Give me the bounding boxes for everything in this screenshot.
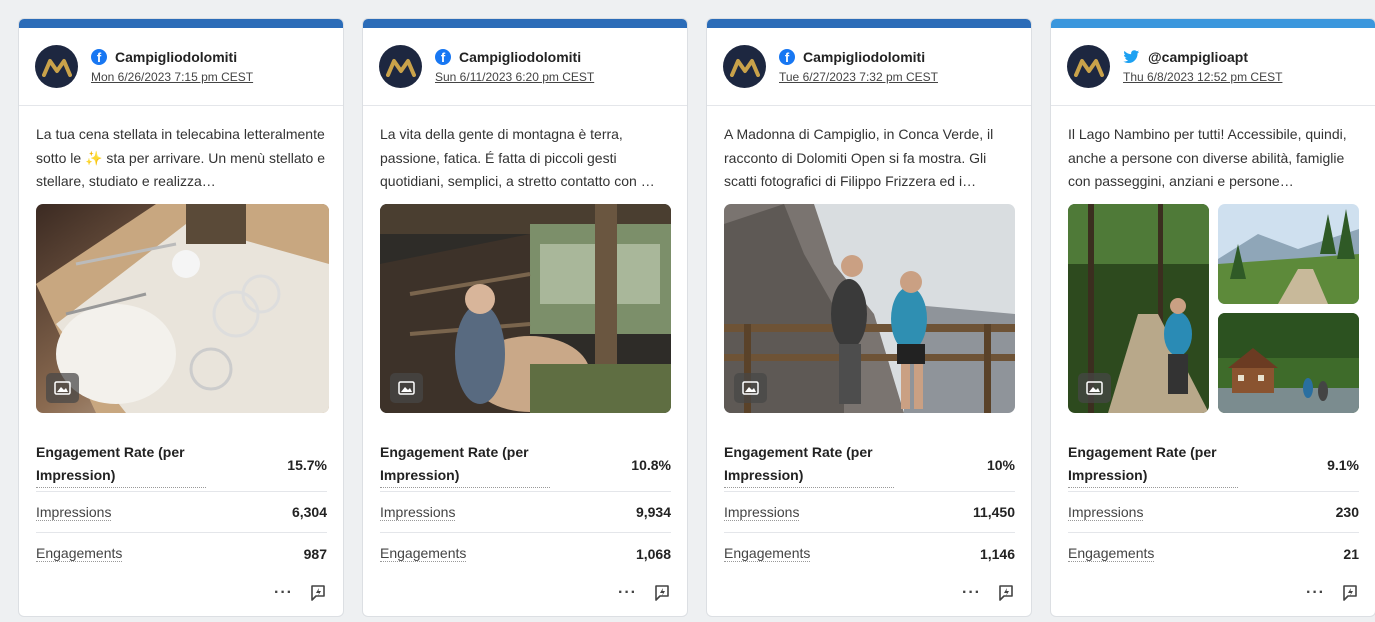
engagements-label[interactable]: Engagements [724, 545, 811, 562]
post-image[interactable] [1218, 313, 1359, 413]
post-card: f Campigliodolomiti Sun 6/11/2023 6:20 p… [362, 18, 688, 617]
card-footer: ··· [274, 584, 327, 602]
post-cards: f Campigliodolomiti Mon 6/26/2023 7:15 p… [18, 18, 1375, 617]
impressions-label[interactable]: Impressions [380, 504, 456, 521]
post-metrics: Engagement Rate (per Impression) 9.1% Im… [1051, 438, 1375, 574]
post-text: A Madonna di Campiglio, in Conca Verde, … [724, 126, 994, 189]
post-metrics: Engagement Rate (per Impression) 15.7% I… [19, 438, 343, 574]
impressions-value: 6,304 [291, 504, 327, 520]
post-card: f Campigliodolomiti Tue 6/27/2023 7:32 p… [706, 18, 1032, 617]
post-date-link[interactable]: Tue 6/27/2023 7:32 pm CEST [779, 70, 938, 84]
engagement-rate-label[interactable]: Engagement Rate (per Impression) [724, 441, 894, 488]
impressions-value: 11,450 [972, 504, 1015, 520]
post-media[interactable] [724, 204, 1015, 413]
engagement-rate-value: 10% [986, 456, 1015, 473]
post-text: La tua cena stellata in telecabina lette… [19, 106, 343, 204]
card-footer: ··· [1306, 584, 1359, 602]
post-metrics: Engagement Rate (per Impression) 10% Imp… [707, 438, 1031, 574]
twitter-bird-icon [1123, 50, 1140, 64]
post-date-link[interactable]: Thu 6/8/2023 12:52 pm CEST [1123, 70, 1282, 84]
post-header: @campiglioapt Thu 6/8/2023 12:52 pm CEST [1051, 28, 1375, 106]
boost-post-icon[interactable] [653, 584, 671, 602]
boost-post-icon[interactable] [997, 584, 1015, 602]
facebook-icon: f [435, 49, 451, 65]
facebook-icon: f [779, 49, 795, 65]
post-media[interactable] [36, 204, 329, 413]
network-color-bar [363, 19, 687, 28]
card-footer: ··· [962, 584, 1015, 602]
post-text: La vita della gente di montagna è terra,… [380, 126, 655, 189]
more-options-icon[interactable]: ··· [1306, 584, 1325, 602]
engagements-value: 21 [1343, 545, 1359, 562]
image-icon [46, 373, 79, 403]
account-name[interactable]: Campigliodolomiti [115, 49, 237, 65]
post-image[interactable] [36, 204, 329, 413]
engagements-label[interactable]: Engagements [1068, 545, 1155, 562]
post-metrics: Engagement Rate (per Impression) 10.8% I… [363, 438, 687, 574]
post-date-link[interactable]: Sun 6/11/2023 6:20 pm CEST [435, 70, 594, 84]
boost-post-icon[interactable] [309, 584, 327, 602]
avatar[interactable] [379, 45, 422, 88]
engagements-value: 1,068 [635, 545, 671, 562]
image-icon [390, 373, 423, 403]
engagements-label[interactable]: Engagements [380, 545, 467, 562]
sparkles-emoji: ✨ [85, 149, 103, 166]
post-header: f Campigliodolomiti Mon 6/26/2023 7:15 p… [19, 28, 343, 106]
engagement-rate-label[interactable]: Engagement Rate (per Impression) [380, 441, 550, 488]
engagements-label[interactable]: Engagements [36, 545, 123, 562]
account-name[interactable]: Campigliodolomiti [803, 49, 925, 65]
post-image[interactable] [1068, 204, 1209, 413]
image-icon [1078, 373, 1111, 403]
account-row: @campiglioapt [1123, 49, 1282, 65]
more-options-icon[interactable]: ··· [962, 584, 981, 602]
account-name[interactable]: @campiglioapt [1148, 49, 1248, 65]
avatar[interactable] [723, 45, 766, 88]
post-card: @campiglioapt Thu 6/8/2023 12:52 pm CEST… [1050, 18, 1375, 617]
avatar[interactable] [35, 45, 78, 88]
post-header: f Campigliodolomiti Sun 6/11/2023 6:20 p… [363, 28, 687, 106]
post-image[interactable] [1218, 204, 1359, 304]
more-options-icon[interactable]: ··· [618, 584, 637, 602]
network-color-bar [1051, 19, 1375, 28]
account-row: f Campigliodolomiti [435, 49, 594, 65]
post-image[interactable] [724, 204, 1015, 413]
impressions-label[interactable]: Impressions [1068, 504, 1144, 521]
account-name[interactable]: Campigliodolomiti [459, 49, 581, 65]
image-icon [734, 373, 767, 403]
engagement-rate-value: 10.8% [631, 456, 671, 473]
post-image[interactable] [380, 204, 671, 413]
network-color-bar [707, 19, 1031, 28]
card-footer: ··· [618, 584, 671, 602]
account-row: f Campigliodolomiti [91, 49, 253, 65]
engagement-rate-label[interactable]: Engagement Rate (per Impression) [36, 441, 206, 488]
more-options-icon[interactable]: ··· [274, 584, 293, 602]
post-media[interactable] [1068, 204, 1359, 413]
impressions-value: 9,934 [635, 504, 671, 520]
avatar[interactable] [1067, 45, 1110, 88]
engagements-value: 987 [303, 545, 327, 562]
post-media[interactable] [380, 204, 671, 413]
post-text: Il Lago Nambino per tutti! Accessibile, … [1068, 126, 1347, 189]
network-color-bar [19, 19, 343, 28]
boost-post-icon[interactable] [1341, 584, 1359, 602]
impressions-label[interactable]: Impressions [724, 504, 800, 521]
account-row: f Campigliodolomiti [779, 49, 938, 65]
engagement-rate-value: 9.1% [1327, 456, 1359, 473]
engagements-value: 1,146 [979, 545, 1015, 562]
impressions-label[interactable]: Impressions [36, 504, 112, 521]
engagement-rate-value: 15.7% [287, 456, 327, 473]
post-date-link[interactable]: Mon 6/26/2023 7:15 pm CEST [91, 70, 253, 84]
engagement-rate-label[interactable]: Engagement Rate (per Impression) [1068, 441, 1238, 488]
facebook-icon: f [91, 49, 107, 65]
post-card: f Campigliodolomiti Mon 6/26/2023 7:15 p… [18, 18, 344, 617]
impressions-value: 230 [1335, 504, 1359, 520]
post-header: f Campigliodolomiti Tue 6/27/2023 7:32 p… [707, 28, 1031, 106]
